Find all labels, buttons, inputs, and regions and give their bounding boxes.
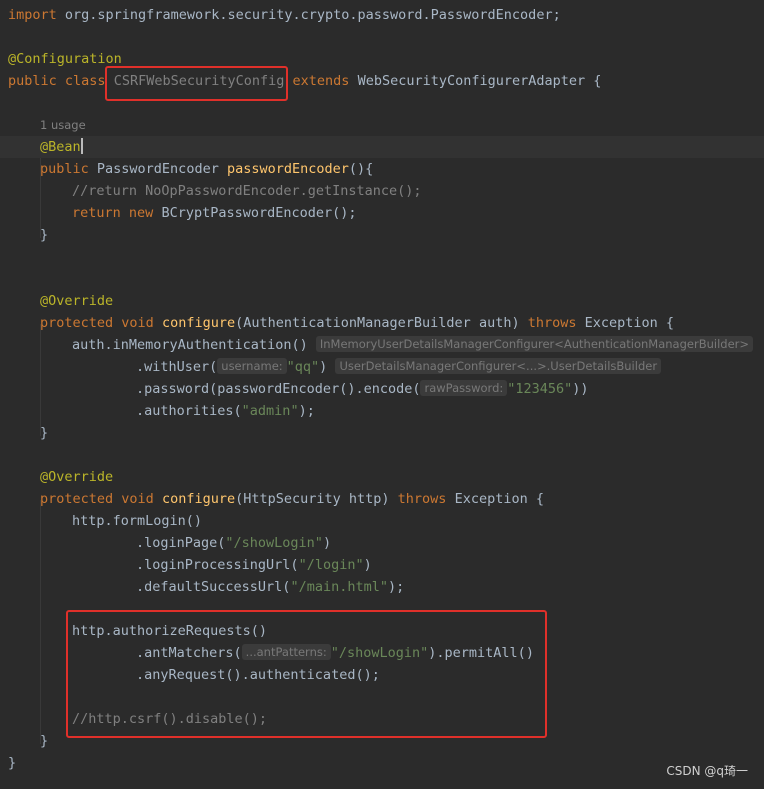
code-text: .withUser( [136,359,218,375]
code-text: ) [363,557,372,573]
code-line: } [40,730,48,752]
method-name: configure [161,315,236,331]
string-literal: "/showLogin" [225,535,323,551]
code-line: .authorities("admin"); [136,400,315,422]
code-text: .password(passwordEncoder().encode( [136,381,421,397]
param-inlay-hint: rawPassword: [420,380,508,396]
code-line: public class CSRFWebSecurityConfig exten… [8,70,601,92]
code-text: org.springframework.security.crypto.pass… [56,7,561,23]
keyword: throws [397,491,447,507]
annotation: @Configuration [8,51,122,67]
code-text: } [40,733,49,749]
code-line: public PasswordEncoder passwordEncoder()… [40,158,373,180]
class-name-highlight-box [105,66,288,101]
code-text: )) [572,381,589,397]
code-line: .loginPage("/showLogin") [136,532,331,554]
code-text: ) [322,535,332,551]
code-text: (HttpSecurity http) [235,491,398,507]
keyword: protected [40,315,114,331]
code-line: @Override [40,290,113,312]
code-text: (){ [348,161,374,177]
code-editor[interactable]: import org.springframework.security.cryp… [0,0,764,789]
keyword: import [8,7,57,23]
code-line: http.formLogin() [72,510,202,532]
string-literal: "admin" [241,403,299,419]
string-literal: "123456" [507,381,573,397]
code-text: ); [298,403,315,419]
keyword: protected [40,491,114,507]
indent-guide [40,500,41,744]
code-text: WebSecurityConfigurerAdapter { [349,73,602,89]
code-line: .withUser(username: "qq") UserDetailsMana… [136,356,662,378]
code-line: auth.inMemoryAuthentication() InMemoryUs… [72,334,754,356]
annotation: @Override [40,293,114,309]
text-caret [80,138,83,154]
type-inlay-hint: InMemoryUserDetailsManagerConfigurer<Aut… [315,336,754,352]
code-text: http.formLogin() [72,513,203,529]
string-literal: "/main.html" [290,579,388,595]
keyword: extends [292,73,350,89]
annotation: @Bean [40,139,81,155]
code-text: Exception { [576,315,675,331]
keyword: new [128,205,154,221]
code-line: .defaultSuccessUrl("/main.html"); [136,576,404,598]
keyword: void [121,315,154,331]
code-text: } [40,425,49,441]
code-text: ) [319,359,328,375]
keyword: public [8,73,57,89]
code-text: } [8,755,17,771]
string-literal: "qq" [286,359,320,375]
code-text: BCryptPasswordEncoder(); [153,205,357,221]
code-line: .password(passwordEncoder().encode(rawPa… [136,378,589,400]
keyword: public [40,161,89,177]
code-text: .authorities( [136,403,242,419]
annotation: @Override [40,469,114,485]
code-line: protected void configure(HttpSecurity ht… [40,488,544,510]
code-text: } [40,227,49,243]
keyword: class [64,73,106,89]
code-text: (AuthenticationManagerBuilder auth) [235,315,528,331]
code-text: .loginPage( [136,535,226,551]
code-text: .defaultSuccessUrl( [136,579,291,595]
authorize-block-highlight-box [66,610,547,738]
comment: //return NoOpPasswordEncoder.getInstance… [72,183,422,199]
code-text: auth.inMemoryAuthentication() [72,337,308,353]
type-inlay-hint: UserDetailsManagerConfigurer<...>.UserDe… [335,358,662,374]
code-line: 1 usage [40,114,86,136]
method-name: configure [161,491,236,507]
watermark: CSDN @q琦一 [666,764,748,778]
code-line: return new BCryptPasswordEncoder(); [72,202,357,224]
current-line: @Bean [0,136,764,158]
code-text: .loginProcessingUrl( [136,557,299,573]
keyword: void [121,491,154,507]
code-line: protected void configure(AuthenticationM… [40,312,674,334]
code-line: } [40,224,48,246]
code-text: ); [387,579,405,595]
string-literal: "/login" [298,557,364,573]
usage-hint[interactable]: 1 usage [40,118,86,132]
param-inlay-hint: username: [217,358,287,374]
code-line: //return NoOpPasswordEncoder.getInstance… [72,180,422,202]
code-line: .loginProcessingUrl("/login") [136,554,372,576]
code-line: } [40,422,48,444]
keyword: throws [527,315,577,331]
code-line: @Override [40,466,113,488]
code-line: } [8,752,16,774]
indent-guide [40,324,41,436]
method-name: passwordEncoder [226,161,349,177]
keyword: return [72,205,121,221]
code-line: import org.springframework.security.cryp… [8,4,561,26]
code-text: Exception { [446,491,544,507]
code-text: PasswordEncoder [88,161,227,177]
